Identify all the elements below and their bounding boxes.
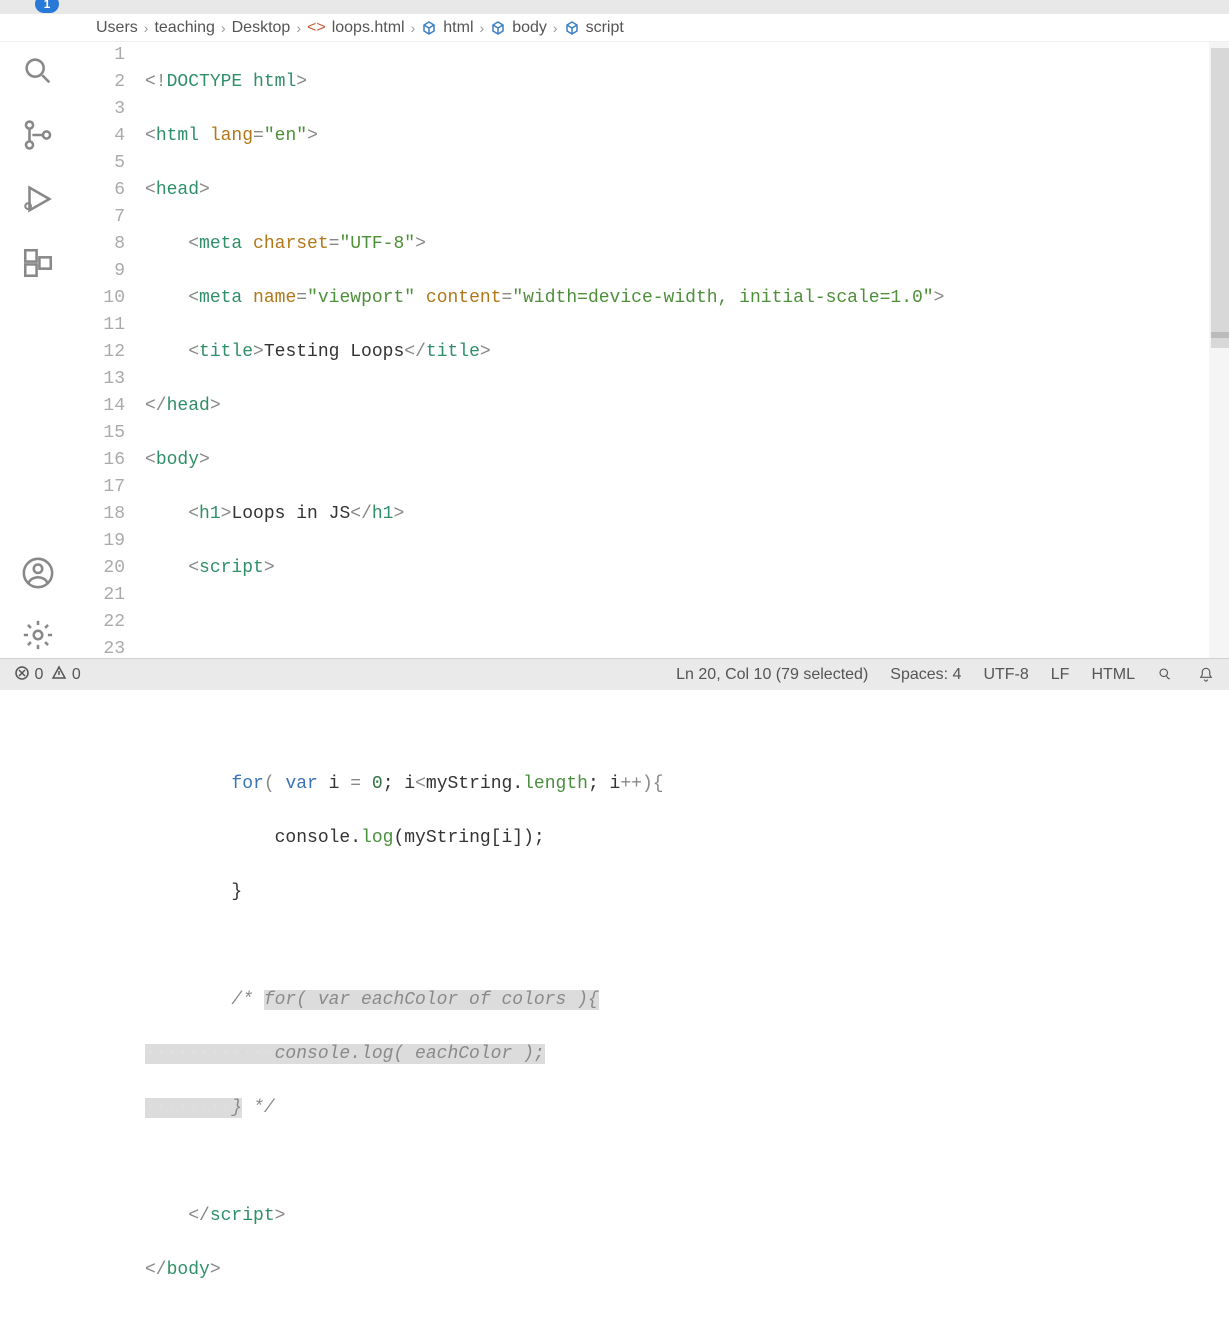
minimap[interactable]	[1209, 42, 1229, 662]
accounts-icon[interactable]	[21, 556, 55, 590]
editor[interactable]: 1234567891011121314151617181920212223 <!…	[75, 42, 1229, 662]
source-control-icon[interactable]	[21, 118, 55, 152]
crumb-sym-body[interactable]: body	[512, 19, 547, 37]
line-gutter: 1234567891011121314151617181920212223	[75, 42, 145, 662]
extensions-icon[interactable]	[21, 246, 55, 280]
chevron-right-icon: ›	[480, 20, 485, 36]
notifications-bell-icon[interactable]	[1197, 666, 1215, 684]
symbol-icon	[490, 20, 506, 36]
crumb-sym-html[interactable]: html	[443, 19, 473, 37]
code-area[interactable]: <!DOCTYPE html> <html lang="en"> <head> …	[145, 42, 1229, 662]
crumb-sym-script[interactable]: script	[586, 19, 624, 37]
modified-badge[interactable]: 1	[35, 0, 59, 13]
activity-bar	[0, 42, 75, 662]
minimap-mark	[1211, 332, 1229, 338]
run-debug-icon[interactable]	[21, 182, 55, 216]
status-bar: 0 0 Ln 20, Col 10 (79 selected) Spaces: …	[0, 658, 1229, 690]
warnings-icon[interactable]: 0	[51, 665, 80, 684]
errors-icon[interactable]: 0	[14, 665, 43, 684]
html-file-icon: <>	[307, 19, 326, 37]
chevron-right-icon: ›	[221, 20, 226, 36]
chevron-right-icon: ›	[296, 20, 301, 36]
tab-bar: 1	[0, 0, 1229, 14]
crumb-desktop[interactable]: Desktop	[232, 19, 291, 37]
settings-gear-icon[interactable]	[21, 618, 55, 652]
cursor-position[interactable]: Ln 20, Col 10 (79 selected)	[676, 666, 868, 684]
breadcrumb[interactable]: Users › teaching › Desktop › <> loops.ht…	[0, 14, 1229, 42]
chevron-right-icon: ›	[411, 20, 416, 36]
chevron-right-icon: ›	[553, 20, 558, 36]
search-icon[interactable]	[21, 54, 55, 88]
feedback-icon[interactable]	[1157, 666, 1175, 684]
eol[interactable]: LF	[1051, 666, 1070, 684]
indentation[interactable]: Spaces: 4	[890, 666, 961, 684]
language-mode[interactable]: HTML	[1091, 666, 1135, 684]
encoding[interactable]: UTF-8	[983, 666, 1028, 684]
crumb-users[interactable]: Users	[96, 19, 138, 37]
crumb-file[interactable]: loops.html	[332, 19, 405, 37]
crumb-teaching[interactable]: teaching	[154, 19, 215, 37]
symbol-icon	[421, 20, 437, 36]
chevron-right-icon: ›	[144, 20, 149, 36]
minimap-thumb[interactable]	[1211, 48, 1229, 348]
symbol-icon	[564, 20, 580, 36]
